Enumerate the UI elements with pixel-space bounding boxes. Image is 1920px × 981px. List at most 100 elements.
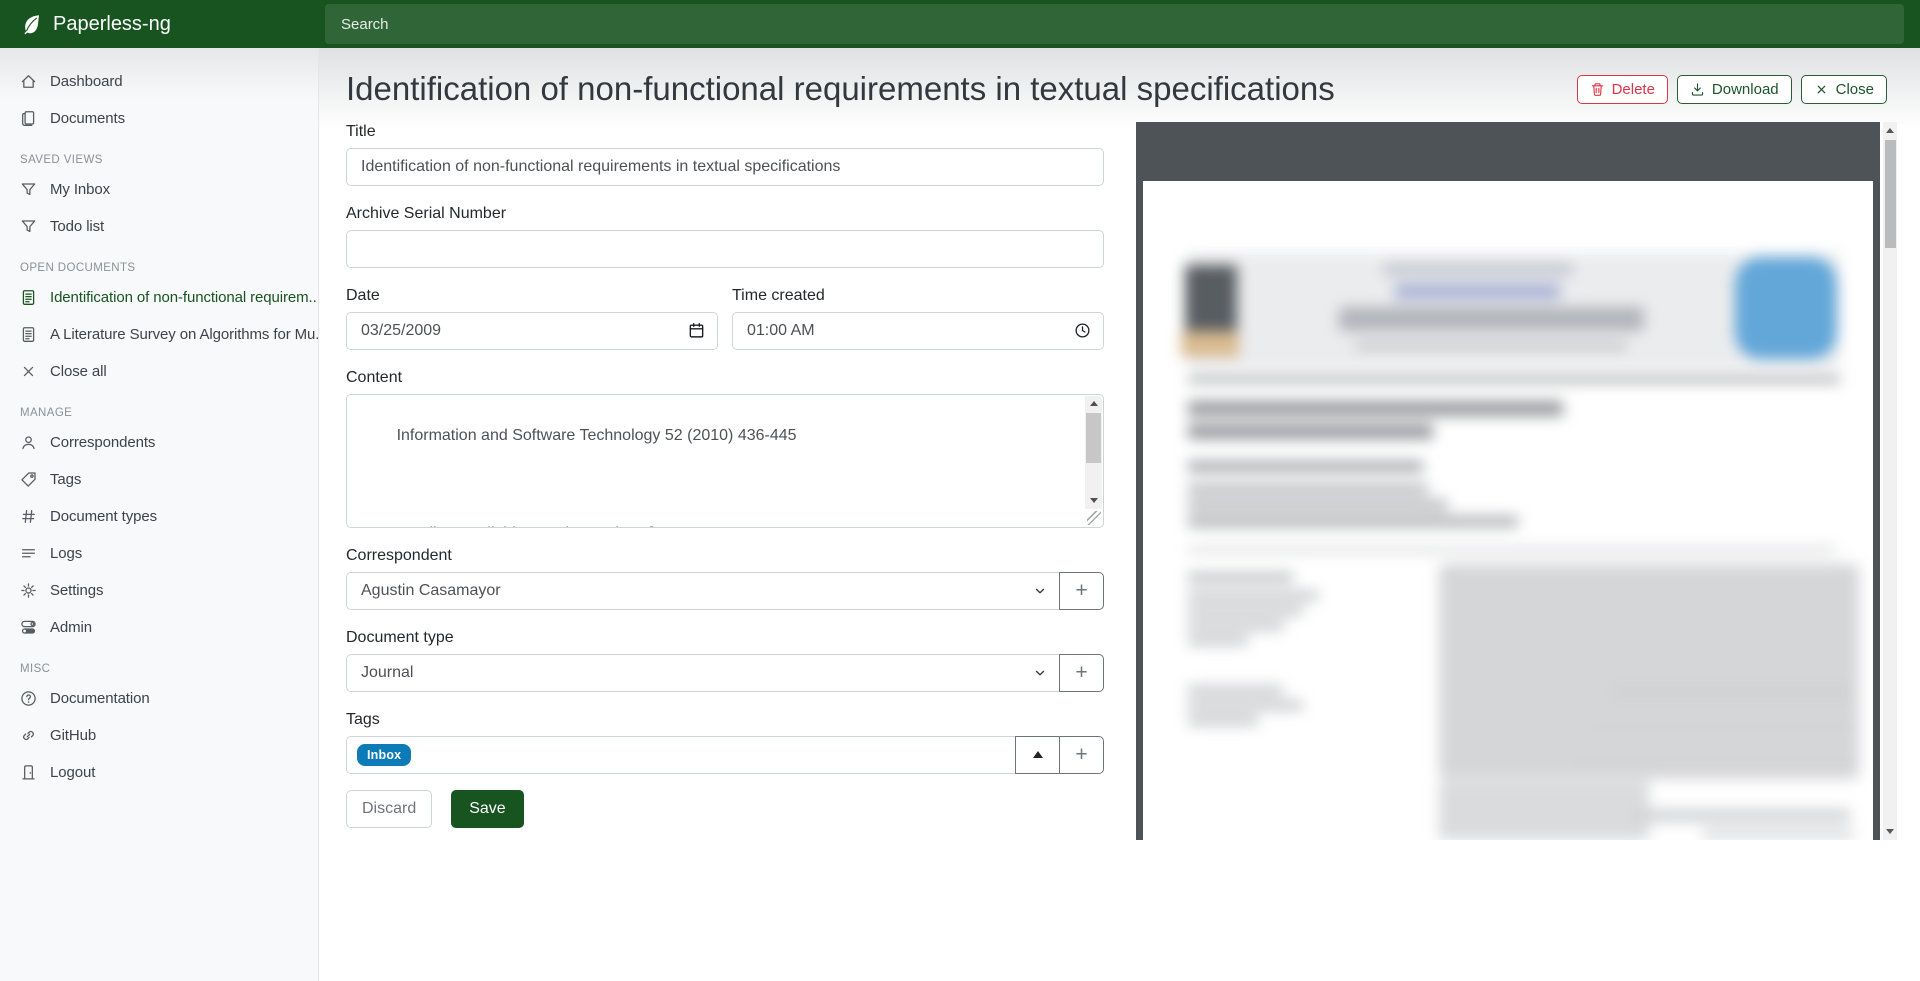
sidebar-item-logs[interactable]: Logs (0, 535, 318, 572)
add-correspondent-button[interactable]: + (1059, 572, 1104, 610)
sidebar-item-label: A Literature Survey on Algorithms for Mu… (50, 326, 318, 343)
scroll-down-arrow[interactable] (1085, 493, 1102, 509)
correspondent-select[interactable]: Agustin Casamayor (346, 572, 1060, 610)
time-created-value: 01:00 AM (747, 322, 815, 340)
sidebar-item-correspondents[interactable]: Correspondents (0, 424, 318, 461)
document-type-value: Journal (361, 664, 413, 682)
sidebar-item-documents[interactable]: Documents (0, 100, 318, 137)
content-scrollbar[interactable] (1085, 396, 1102, 509)
sidebar-item-label: Dashboard (50, 73, 122, 90)
correspondent-label: Correspondent (346, 547, 1104, 565)
close-button[interactable]: Close (1801, 75, 1887, 104)
brand-name: Paperless-ng (53, 13, 171, 36)
sidebar-item-github[interactable]: GitHub (0, 717, 318, 754)
delete-button[interactable]: Delete (1577, 75, 1668, 104)
form-actions: Discard Save (346, 790, 1104, 828)
save-button[interactable]: Save (451, 790, 523, 828)
document-type-group: Journal + (346, 654, 1104, 692)
document-type-label: Document type (346, 629, 1104, 647)
filter-icon (20, 218, 37, 235)
correspondent-group: Agustin Casamayor + (346, 572, 1104, 610)
sidebar-item-my-inbox[interactable]: My Inbox (0, 171, 318, 208)
content-row: Title Archive Serial Number Date 03/25/2… (319, 109, 1920, 840)
title-input[interactable] (346, 148, 1104, 186)
leaf-icon (20, 13, 42, 35)
date-field-wrap: Date 03/25/2009 (346, 268, 718, 350)
close-icon (20, 363, 37, 380)
pdf-page (1143, 181, 1873, 840)
app-brand[interactable]: Paperless-ng (0, 0, 318, 48)
sidebar-section-saved-views: SAVED VIEWS (0, 154, 318, 166)
sidebar-item-dashboard[interactable]: Dashboard (0, 63, 318, 100)
scroll-up-arrow[interactable] (1085, 396, 1102, 412)
calendar-icon[interactable] (688, 322, 705, 339)
correspondent-value: Agustin Casamayor (361, 582, 501, 600)
sidebar-item-label: My Inbox (50, 181, 110, 198)
file-text-icon (20, 289, 37, 306)
sidebar-item-open-doc-2[interactable]: A Literature Survey on Algorithms for Mu… (0, 316, 318, 353)
page-title: Identification of non-functional require… (346, 69, 1335, 109)
content-value: Information and Software Technology 52 (… (361, 427, 797, 528)
pdf-scrollbar[interactable] (1883, 122, 1897, 840)
content-textarea[interactable]: Information and Software Technology 52 (… (346, 394, 1104, 528)
pdf-toolbar (1136, 122, 1880, 181)
tags-input[interactable]: Inbox (346, 736, 1016, 774)
file-text-icon (20, 326, 37, 343)
sidebar-section-open-documents: OPEN DOCUMENTS (0, 262, 318, 274)
sidebar-item-logout[interactable]: Logout (0, 754, 318, 791)
resize-grip[interactable] (1087, 511, 1101, 525)
caret-up-icon (1033, 751, 1043, 758)
blurred-document-content (1143, 181, 1873, 840)
sidebar-item-label: Close all (50, 363, 107, 380)
door-icon (20, 764, 37, 781)
pdf-scroll-down-arrow[interactable] (1883, 824, 1897, 839)
sidebar-section-manage: MANAGE (0, 407, 318, 419)
sidebar-item-admin[interactable]: Admin (0, 609, 318, 646)
discard-button[interactable]: Discard (346, 790, 432, 828)
sidebar-item-label: Tags (50, 471, 81, 488)
sidebar-item-label: Logout (50, 764, 95, 781)
date-input[interactable]: 03/25/2009 (346, 312, 718, 350)
title-label: Title (346, 123, 1104, 141)
document-form: Title Archive Serial Number Date 03/25/2… (346, 109, 1104, 840)
tags-group: Inbox + (346, 736, 1104, 774)
toggles-icon (20, 619, 37, 636)
collapse-tags-button[interactable] (1015, 736, 1060, 774)
sidebar-item-label: Documents (50, 110, 125, 127)
scrollbar-thumb[interactable] (1086, 413, 1101, 463)
search-input[interactable]: Search (325, 4, 1904, 44)
sidebar-item-document-types[interactable]: Document types (0, 498, 318, 535)
sidebar-item-label: Identification of non-functional require… (50, 289, 318, 306)
add-document-type-button[interactable]: + (1059, 654, 1104, 692)
sidebar-item-label: Admin (50, 619, 92, 636)
pdf-scroll-up-arrow[interactable] (1883, 123, 1897, 138)
add-tag-button[interactable]: + (1059, 736, 1104, 774)
person-icon (20, 434, 37, 451)
sidebar-item-documentation[interactable]: Documentation (0, 680, 318, 717)
sidebar-item-label: Document types (50, 508, 157, 525)
download-button-label: Download (1712, 81, 1779, 98)
sidebar-item-open-doc-1[interactable]: Identification of non-functional require… (0, 279, 318, 316)
sidebar-item-label: Correspondents (50, 434, 155, 451)
sidebar-item-settings[interactable]: Settings (0, 572, 318, 609)
sidebar: Dashboard Documents SAVED VIEWS My Inbox… (0, 48, 319, 981)
clock-icon[interactable] (1074, 322, 1091, 339)
document-type-select[interactable]: Journal (346, 654, 1060, 692)
gear-icon (20, 582, 37, 599)
sidebar-item-todo-list[interactable]: Todo list (0, 208, 318, 245)
pdf-preview (1136, 122, 1897, 840)
asn-input[interactable] (346, 230, 1104, 268)
tag-badge-inbox[interactable]: Inbox (357, 744, 411, 766)
sidebar-item-tags[interactable]: Tags (0, 461, 318, 498)
document-actions: Delete Download Close (1577, 75, 1887, 104)
list-icon (20, 545, 37, 562)
download-button[interactable]: Download (1677, 75, 1792, 104)
content-label: Content (346, 369, 1104, 387)
search-placeholder: Search (341, 16, 389, 33)
time-created-label: Time created (732, 287, 1104, 305)
sidebar-item-label: Documentation (50, 690, 150, 707)
pdf-scrollbar-thumb[interactable] (1885, 140, 1896, 248)
question-circle-icon (20, 690, 37, 707)
sidebar-item-close-all[interactable]: Close all (0, 353, 318, 390)
time-created-input[interactable]: 01:00 AM (732, 312, 1104, 350)
